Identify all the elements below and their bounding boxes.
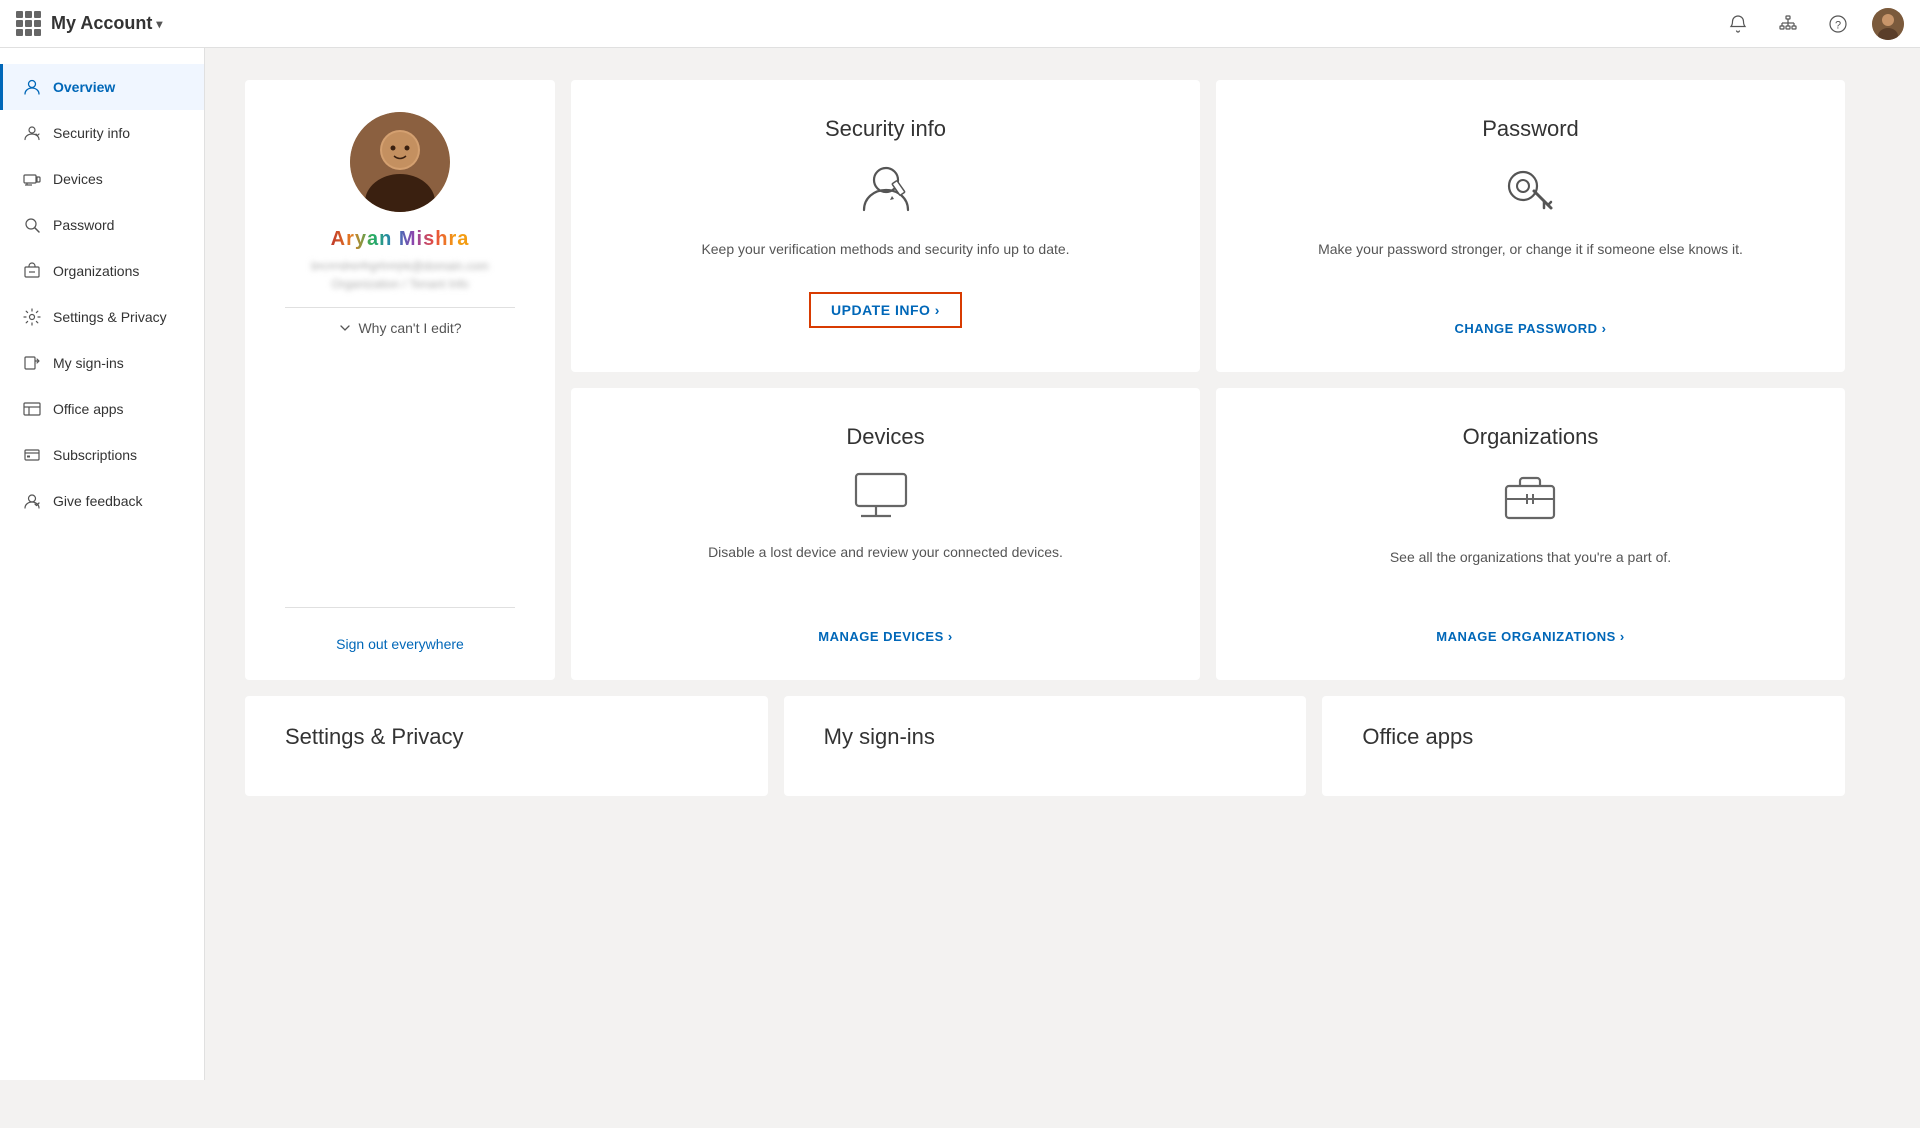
my-sign-ins-partial-title: My sign-ins (824, 724, 935, 750)
sidebar-item-label-settings-privacy: Settings & Privacy (53, 309, 167, 325)
office-apps-partial-card: Office apps (1322, 696, 1845, 796)
organizations-card-icon (1498, 466, 1563, 531)
devices-title: Devices (846, 424, 924, 450)
org-chart-icon[interactable] (1772, 8, 1804, 40)
password-card: Password Make your password stronger, or… (1216, 80, 1845, 372)
my-sign-ins-partial-card: My sign-ins (784, 696, 1307, 796)
sidebar-item-label-security-info: Security info (53, 125, 130, 141)
svg-text:?: ? (1835, 19, 1841, 31)
help-icon[interactable]: ? (1822, 8, 1854, 40)
sidebar-item-label-devices: Devices (53, 171, 103, 187)
devices-card: Devices Disable a lost device and review… (571, 388, 1200, 680)
profile-divider-bottom (285, 607, 515, 608)
sidebar-item-label-password: Password (53, 217, 114, 233)
sidebar-item-label-my-sign-ins: My sign-ins (53, 355, 124, 371)
bottom-cards: Settings & Privacy My sign-ins Office ap… (245, 696, 1845, 796)
app-title[interactable]: My Account ▾ (51, 13, 162, 34)
change-password-link[interactable]: CHANGE PASSWORD › (1455, 321, 1607, 336)
password-desc: Make your password stronger, or change i… (1318, 239, 1743, 301)
organizations-icon (23, 262, 41, 280)
sidebar-item-give-feedback[interactable]: Give feedback (0, 478, 204, 524)
profile-name: Aryan Mishra (331, 228, 470, 251)
settings-privacy-partial-title: Settings & Privacy (285, 724, 464, 750)
password-title: Password (1482, 116, 1579, 142)
topnav-right: ? (1722, 8, 1904, 40)
overview-icon (23, 78, 41, 96)
password-icon (23, 216, 41, 234)
settings-privacy-partial-card: Settings & Privacy (245, 696, 768, 796)
title-chevron-icon: ▾ (156, 17, 162, 31)
sidebar-item-office-apps[interactable]: Office apps (0, 386, 204, 432)
cards-grid: Aryan Mishra b•c•r•d•e•f•g•h•i•j•k@domai… (245, 80, 1845, 680)
sidebar-item-label-give-feedback: Give feedback (53, 493, 143, 509)
sidebar-item-devices[interactable]: Devices (0, 156, 204, 202)
my-sign-ins-icon (23, 354, 41, 372)
topnav-left: My Account ▾ (16, 11, 162, 36)
sidebar: Overview Security info Devices Password (0, 48, 205, 1080)
security-info-icon (23, 124, 41, 142)
sidebar-item-organizations[interactable]: Organizations (0, 248, 204, 294)
devices-icon (23, 170, 41, 188)
update-info-button[interactable]: UPDATE INFO › (809, 292, 962, 328)
sidebar-item-label-office-apps: Office apps (53, 401, 124, 417)
devices-card-icon (851, 466, 921, 526)
why-cant-edit-toggle[interactable]: Why can't I edit? (338, 320, 461, 336)
subscriptions-icon (23, 446, 41, 464)
sidebar-item-label-subscriptions: Subscriptions (53, 447, 137, 463)
security-info-title: Security info (825, 116, 946, 142)
security-info-card-icon (856, 158, 916, 223)
manage-devices-link[interactable]: MANAGE DEVICES › (818, 629, 952, 644)
password-card-icon (1501, 158, 1561, 223)
topnav: My Account ▾ (0, 0, 1920, 48)
devices-desc: Disable a lost device and review your co… (708, 542, 1063, 609)
sidebar-item-subscriptions[interactable]: Subscriptions (0, 432, 204, 478)
organizations-title: Organizations (1463, 424, 1599, 450)
sidebar-item-my-sign-ins[interactable]: My sign-ins (0, 340, 204, 386)
profile-card: Aryan Mishra b•c•r•d•e•f•g•h•i•j•k@domai… (245, 80, 555, 680)
user-avatar[interactable] (1872, 8, 1904, 40)
security-info-desc: Keep your verification methods and secur… (701, 239, 1069, 272)
profile-divider (285, 307, 515, 308)
office-apps-partial-title: Office apps (1362, 724, 1473, 750)
security-info-card: Security info Keep your verification met… (571, 80, 1200, 372)
sidebar-item-settings-privacy[interactable]: Settings & Privacy (0, 294, 204, 340)
profile-avatar (350, 112, 450, 212)
organizations-card: Organizations See all the organizations … (1216, 388, 1845, 680)
sidebar-item-label-overview: Overview (53, 79, 115, 95)
organizations-desc: See all the organizations that you're a … (1390, 547, 1671, 609)
sidebar-item-security-info[interactable]: Security info (0, 110, 204, 156)
sidebar-item-label-organizations: Organizations (53, 263, 139, 279)
settings-privacy-icon (23, 308, 41, 326)
profile-tenant: Organization / Tenant Info (308, 277, 492, 291)
profile-email: b•c•r•d•e•f•g•h•i•j•k@domain.com (297, 259, 504, 273)
office-apps-icon (23, 400, 41, 418)
sign-out-everywhere-link[interactable]: Sign out everywhere (336, 620, 464, 652)
notifications-icon[interactable] (1722, 8, 1754, 40)
give-feedback-icon (23, 492, 41, 510)
manage-organizations-link[interactable]: MANAGE ORGANIZATIONS › (1436, 629, 1624, 644)
sidebar-item-password[interactable]: Password (0, 202, 204, 248)
waffle-icon[interactable] (16, 11, 41, 36)
sidebar-item-overview[interactable]: Overview (0, 64, 204, 110)
main-layout: Overview Security info Devices Password (0, 48, 1920, 1080)
main-content: Aryan Mishra b•c•r•d•e•f•g•h•i•j•k@domai… (205, 48, 1920, 1080)
